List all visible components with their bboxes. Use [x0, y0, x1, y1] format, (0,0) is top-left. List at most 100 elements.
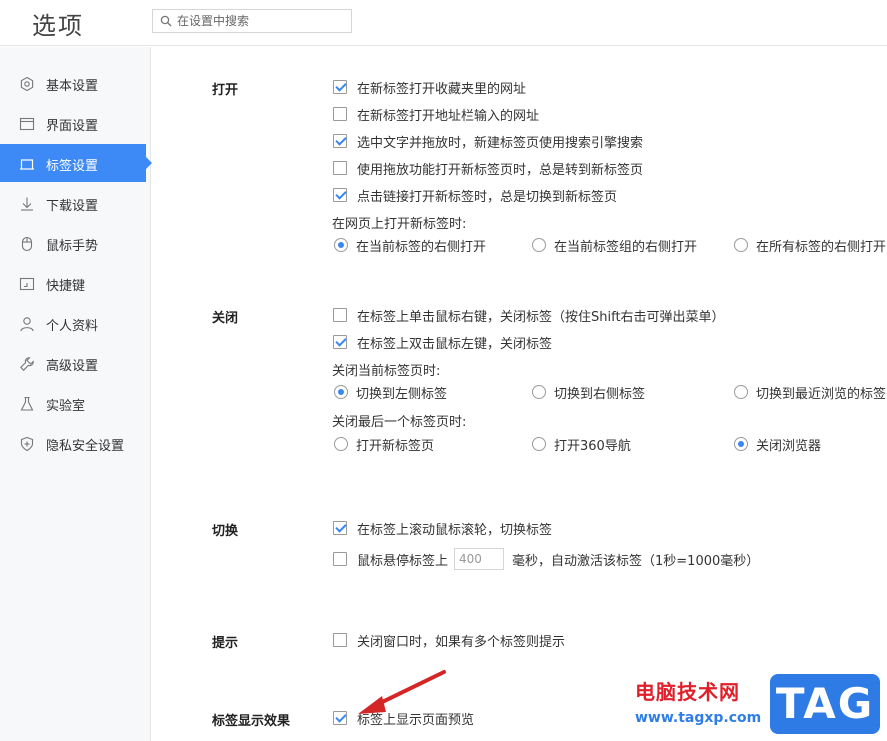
watermark-text: 电脑技术网: [635, 680, 740, 704]
sidebar-item-shortcut[interactable]: 快捷键: [0, 264, 151, 302]
radio-label: 在当前标签的右侧打开: [356, 239, 487, 255]
radio-label: 在当前标签组的右侧打开: [554, 239, 698, 255]
option-label: 在标签上双击鼠标左键，关闭标签: [357, 336, 553, 352]
option-right-click-close[interactable]: 在标签上单击鼠标右键，关闭标签（按住Shift右击可弹出菜单）: [333, 306, 725, 325]
option-label: 鼠标悬停标签上: [357, 553, 449, 569]
sidebar-item-label: 实验室: [46, 399, 86, 414]
close-last-label: 关闭最后一个标签页时:: [332, 415, 467, 430]
radio-button[interactable]: [532, 385, 546, 399]
sidebar-item-label: 隐私安全设置: [46, 439, 125, 454]
option-wheel-switch[interactable]: 在标签上滚动鼠标滚轮，切换标签: [333, 519, 552, 538]
radio-button[interactable]: [734, 238, 748, 252]
radio-label: 切换到右侧标签: [554, 386, 646, 402]
settings-content: 打开 在新标签打开收藏夹里的网址 在新标签打开地址栏输入的网址 选中文字并拖放时…: [152, 47, 887, 741]
tab-icon: [20, 159, 34, 170]
radio-button[interactable]: [334, 385, 348, 399]
checkbox[interactable]: [333, 633, 347, 647]
radio-button[interactable]: [532, 437, 546, 451]
option-label: 在新标签打开收藏夹里的网址: [357, 81, 527, 97]
radio-button[interactable]: [734, 437, 748, 451]
radio-button[interactable]: [334, 437, 348, 451]
radio-open-new-tab[interactable]: 打开新标签页: [334, 435, 435, 454]
checkbox[interactable]: [333, 188, 347, 202]
sidebar-item-label: 快捷键: [46, 279, 86, 294]
hover-delay-input[interactable]: [454, 548, 505, 570]
option-open-favorites-new-tab[interactable]: 在新标签打开收藏夹里的网址: [333, 78, 527, 97]
keyboard-shortcut-icon: [19, 277, 35, 291]
shield-icon: [20, 436, 34, 452]
option-label: 使用拖放功能打开新标签页时，总是转到新标签页: [357, 162, 644, 178]
checkbox[interactable]: [333, 521, 347, 535]
wrench-icon: [20, 357, 34, 371]
section-title-close: 关闭: [212, 311, 239, 326]
sidebar-item-gesture[interactable]: 鼠标手势: [0, 224, 151, 262]
annotation-arrow-icon: [358, 670, 446, 714]
radio-button[interactable]: [334, 238, 348, 252]
radio-open-right-of-group[interactable]: 在当前标签组的右侧打开: [532, 236, 698, 255]
page-title: 选项: [32, 12, 84, 40]
radio-switch-left[interactable]: 切换到左侧标签: [334, 383, 448, 402]
checkbox[interactable]: [333, 308, 347, 322]
sidebar-item-tabs[interactable]: 标签设置: [0, 144, 152, 182]
open-position-label: 在网页上打开新标签时:: [332, 217, 467, 232]
checkbox[interactable]: [333, 134, 347, 148]
radio-label: 打开360导航: [554, 438, 631, 454]
checkbox[interactable]: [333, 335, 347, 349]
checkbox[interactable]: [333, 161, 347, 175]
option-label: 在标签上单击鼠标右键，关闭标签（按住Shift右击可弹出菜单）: [357, 309, 725, 325]
radio-switch-right[interactable]: 切换到右侧标签: [532, 383, 646, 402]
option-label: 在新标签打开地址栏输入的网址: [357, 108, 540, 124]
close-current-label: 关闭当前标签页时:: [332, 364, 441, 379]
sidebar-item-label: 标签设置: [46, 159, 99, 174]
search-box[interactable]: [152, 9, 352, 33]
option-label: 选中文字并拖放时，新建标签页使用搜索引擎搜索: [357, 135, 644, 151]
radio-open-right-of-current[interactable]: 在当前标签的右侧打开: [334, 236, 487, 255]
checkbox[interactable]: [333, 80, 347, 94]
download-icon: [21, 197, 33, 211]
section-title-display: 标签显示效果: [212, 714, 291, 729]
option-close-window-prompt[interactable]: 关闭窗口时，如果有多个标签则提示: [333, 631, 566, 650]
sidebar: 基本设置 界面设置 标签设置 下载设置 鼠标手势 快捷键 个人资料 高级设置 实…: [0, 47, 152, 741]
search-input[interactable]: [177, 10, 349, 32]
radio-open-360-nav[interactable]: 打开360导航: [532, 435, 631, 454]
radio-open-right-of-all[interactable]: 在所有标签的右侧打开: [734, 236, 887, 255]
sidebar-item-advanced[interactable]: 高级设置: [0, 344, 151, 382]
radio-switch-recent[interactable]: 切换到最近浏览的标签: [734, 383, 887, 402]
radio-close-browser[interactable]: 关闭浏览器: [734, 435, 822, 454]
option-hover-activate[interactable]: 鼠标悬停标签上 毫秒，自动激活该标签（1秒=1000毫秒）: [333, 547, 759, 571]
section-title-prompt: 提示: [212, 636, 239, 651]
hexagon-gear-icon: [20, 76, 34, 92]
option-label: 关闭窗口时，如果有多个标签则提示: [357, 634, 566, 650]
option-label: 点击链接打开新标签时，总是切换到新标签页: [357, 189, 618, 205]
option-open-addressbar-new-tab[interactable]: 在新标签打开地址栏输入的网址: [333, 105, 540, 124]
sidebar-item-label: 界面设置: [46, 119, 99, 134]
option-link-switch-new-tab[interactable]: 点击链接打开新标签时，总是切换到新标签页: [333, 186, 618, 205]
checkbox[interactable]: [333, 711, 347, 725]
sidebar-item-profile[interactable]: 个人资料: [0, 304, 151, 342]
sidebar-item-basic[interactable]: 基本设置: [0, 64, 151, 102]
flask-icon: [20, 396, 34, 411]
search-icon: [160, 15, 172, 27]
sidebar-item-label: 基本设置: [46, 79, 99, 94]
radio-button[interactable]: [532, 238, 546, 252]
option-label-suffix: 毫秒，自动激活该标签（1秒=1000毫秒）: [512, 553, 760, 569]
section-title-open: 打开: [212, 83, 239, 98]
radio-label: 打开新标签页: [356, 438, 435, 454]
radio-label: 关闭浏览器: [756, 438, 822, 454]
checkbox[interactable]: [333, 552, 347, 566]
top-bar: 选项: [0, 0, 887, 46]
radio-label: 切换到最近浏览的标签: [756, 386, 887, 402]
radio-label: 在所有标签的右侧打开: [756, 239, 887, 255]
radio-button[interactable]: [734, 385, 748, 399]
sidebar-item-interface[interactable]: 界面设置: [0, 104, 151, 142]
watermark: 电脑技术网 www.tagxp.com TAG: [607, 668, 887, 741]
sidebar-item-label: 个人资料: [46, 319, 99, 334]
sidebar-item-lab[interactable]: 实验室: [0, 384, 151, 422]
checkbox[interactable]: [333, 107, 347, 121]
sidebar-item-download[interactable]: 下载设置: [0, 184, 151, 222]
option-drag-goto-new-tab[interactable]: 使用拖放功能打开新标签页时，总是转到新标签页: [333, 159, 644, 178]
option-drag-text-search[interactable]: 选中文字并拖放时，新建标签页使用搜索引擎搜索: [333, 132, 644, 151]
sidebar-item-privacy[interactable]: 隐私安全设置: [0, 424, 151, 462]
radio-label: 切换到左侧标签: [356, 386, 448, 402]
option-double-click-close[interactable]: 在标签上双击鼠标左键，关闭标签: [333, 333, 553, 352]
